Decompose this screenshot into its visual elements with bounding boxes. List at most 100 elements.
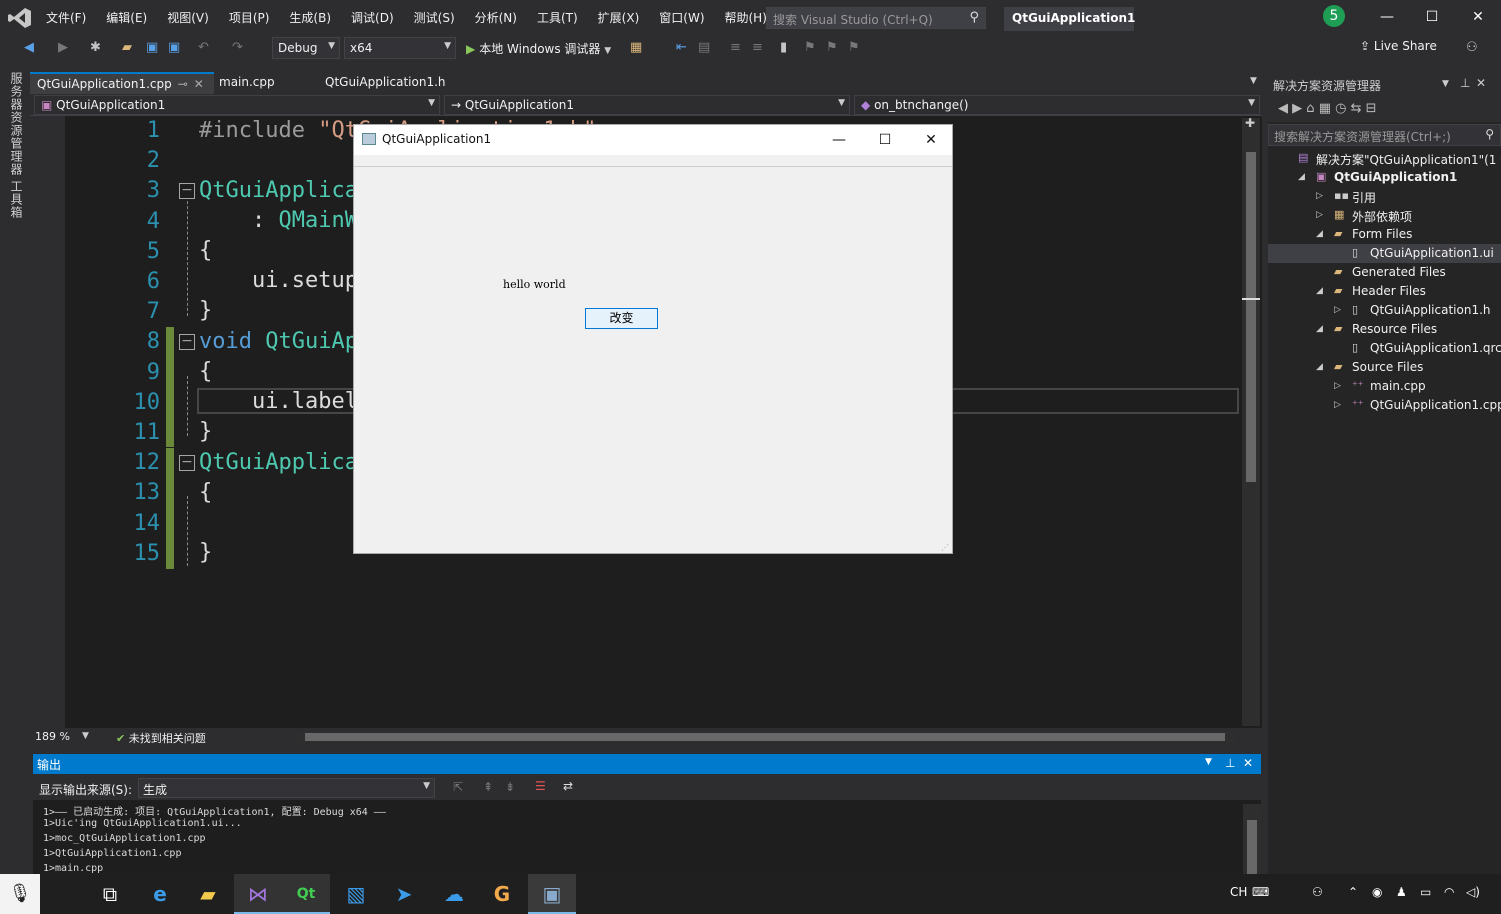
cortana-mic-icon[interactable]: 🎙 [0,874,40,914]
project-scope-select[interactable]: ▣ QtGuiApplication1 ▼ [34,95,440,115]
vs-search-input[interactable]: 搜索 Visual Studio (Ctrl+Q) ⚲ [766,7,986,29]
maximize-button[interactable]: ☐ [1409,4,1455,30]
close-icon[interactable]: ✕ [1476,76,1486,90]
forward-icon[interactable]: ▶ [1292,101,1302,116]
word-wrap-icon[interactable]: ⇄ [563,779,573,793]
qt-close-button[interactable]: ✕ [908,125,954,155]
menu-build[interactable]: 生成(B) [279,9,341,26]
back-icon[interactable]: ◀ [24,39,34,57]
close-icon[interactable]: ✕ [1243,756,1253,770]
input-language[interactable]: CH [1230,885,1247,899]
switch-view-icon[interactable]: ▦ [1319,101,1331,116]
collapsed-arrow-icon[interactable]: ▷ [1334,305,1341,315]
split-icon[interactable]: ✚ [1245,116,1255,130]
collapse-all-icon[interactable]: ⊟ [1366,101,1377,116]
undo-icon[interactable]: ↶ [198,39,209,57]
chevron-down-icon[interactable]: ▼ [1442,79,1449,89]
qt-minimize-button[interactable]: — [816,125,862,155]
scrollbar-thumb[interactable] [305,733,1225,741]
qt-creator-icon[interactable]: Qt [282,874,330,914]
pin-icon[interactable]: ⊥ [1460,76,1470,90]
expanded-arrow-icon[interactable]: ◢ [1316,286,1323,296]
editor-vertical-scrollbar[interactable]: ✚ [1242,116,1260,726]
attach-icon[interactable]: ▦ [630,39,642,57]
feedback-icon[interactable]: ⚇ [1466,39,1478,57]
visual-studio-taskbar-icon[interactable]: ⋈ [234,874,282,914]
app-icon[interactable]: ▧ [332,874,380,914]
outdent-icon[interactable]: ≡ [752,39,763,57]
prev-message-icon[interactable]: ⇞ [483,780,493,794]
class-scope-select[interactable]: → QtGuiApplication1 ▼ [444,95,850,115]
collapsed-arrow-icon[interactable]: ▷ [1316,210,1323,220]
menu-view[interactable]: 视图(V) [157,9,219,26]
tab-main-cpp[interactable]: main.cpp [212,72,282,94]
tab-qtguiapplication1-cpp[interactable]: QtGuiApplication1.cpp ⊸ ✕ [30,72,214,94]
people-icon[interactable]: ⚇ [1312,885,1323,899]
server-explorer-tab[interactable]: 服务器资源管理器 [8,72,25,176]
tree-item[interactable]: ▯ QtGuiApplication1.ui [1268,244,1501,263]
tab-overflow-icon[interactable]: ▼ [1250,76,1257,86]
tree-item[interactable]: ◢ ▰ Resource Files [1268,320,1501,339]
home-icon[interactable]: ⌂ [1306,101,1314,116]
step-over-icon[interactable]: ▤ [698,39,710,57]
solution-config-select[interactable]: Debug ▼ [272,37,340,59]
chevron-down-icon[interactable]: ▼ [1205,757,1212,767]
tree-item[interactable]: ▷ ▪▪ 引用 [1268,187,1501,206]
notification-badge[interactable]: 5 [1323,5,1345,27]
tree-item[interactable]: ◢ ▣ QtGuiApplication1 [1268,168,1501,187]
next-message-icon[interactable]: ⇟ [505,780,515,794]
collapsed-arrow-icon[interactable]: ▷ [1334,381,1341,391]
tree-item[interactable]: ◢ ▰ Header Files [1268,282,1501,301]
expanded-arrow-icon[interactable]: ◢ [1316,229,1323,239]
open-folder-icon[interactable]: ▰ [122,39,132,57]
browser-g-icon[interactable]: G [478,874,526,914]
telegram-icon[interactable]: ➤ [380,874,428,914]
tree-item[interactable]: ▷ ▯ QtGuiApplication1.h [1268,301,1501,320]
clear-bookmarks-icon[interactable]: ⚑ [848,39,860,57]
output-source-select[interactable]: 生成 ▼ [138,778,435,798]
steam-icon[interactable]: ◉ [1372,885,1382,899]
expanded-arrow-icon[interactable]: ◢ [1316,362,1323,372]
redo-icon[interactable]: ↷ [232,39,243,57]
menu-extensions[interactable]: 扩展(X) [588,9,650,26]
qq-icon[interactable]: ♟ [1396,885,1407,899]
tree-item[interactable]: ▷ ⁺⁺ QtGuiApplication1.cpp [1268,396,1501,415]
menu-debug[interactable]: 调试(D) [341,9,404,26]
tab-qtguiapplication1-h[interactable]: QtGuiApplication1.h [318,72,453,94]
output-scrollbar[interactable] [1243,804,1261,874]
size-grip-icon[interactable]: ⋰ [941,543,949,552]
minimize-button[interactable]: — [1364,4,1410,30]
fold-toggle[interactable]: − [179,455,195,471]
menu-file[interactable]: 文件(F) [36,9,96,26]
tree-item[interactable]: ▤ 解决方案"QtGuiApplication1"(1 个 [1268,149,1501,168]
menu-tools[interactable]: 工具(T) [527,9,588,26]
live-share-button[interactable]: ⇪ Live Share [1360,39,1437,53]
prev-bookmark-icon[interactable]: ⚑ [804,39,816,57]
fold-toggle[interactable]: − [179,183,195,199]
back-icon[interactable]: ◀ [1278,101,1288,116]
output-text[interactable]: 1>—— 已启动生成: 项目: QtGuiApplication1, 配置: D… [33,800,1261,874]
clear-all-icon[interactable]: ☰ [535,779,546,793]
tree-item[interactable]: ▷ ⁺⁺ main.cpp [1268,377,1501,396]
save-icon[interactable]: ▣ [146,39,158,57]
menu-project[interactable]: 项目(P) [219,9,280,26]
expanded-arrow-icon[interactable]: ◢ [1316,324,1323,334]
wifi-icon[interactable]: ◠ [1444,885,1454,899]
keyboard-icon[interactable]: ⌨ [1252,885,1269,899]
qt-window-titlebar[interactable]: QtGuiApplication1 — ☐ ✕ [354,125,952,155]
tree-item[interactable]: ▯ QtGuiApplication1.qrc [1268,339,1501,358]
toolbox-tab[interactable]: 工具箱 [8,180,25,219]
scrollbar-thumb[interactable] [1246,152,1256,482]
tree-item[interactable]: ◢ ▰ Form Files [1268,225,1501,244]
chevron-down-icon[interactable]: ▼ [82,731,89,741]
step-icon[interactable]: ⇤ [676,39,687,57]
edge-browser-icon[interactable]: e [136,874,184,914]
tree-item[interactable]: ▰ Generated Files [1268,263,1501,282]
chevron-up-icon[interactable]: ⌃ [1348,885,1358,899]
issues-indicator[interactable]: ✔ 未找到相关问题 [116,730,206,746]
tree-item[interactable]: ▷ ▦ 外部依赖项 [1268,206,1501,225]
menu-edit[interactable]: 编辑(E) [96,9,157,26]
collapsed-arrow-icon[interactable]: ▷ [1316,191,1323,201]
start-debugging-button[interactable]: ▶ 本地 Windows 调试器 ▼ [462,37,615,59]
qt-maximize-button[interactable]: ☐ [862,125,908,155]
